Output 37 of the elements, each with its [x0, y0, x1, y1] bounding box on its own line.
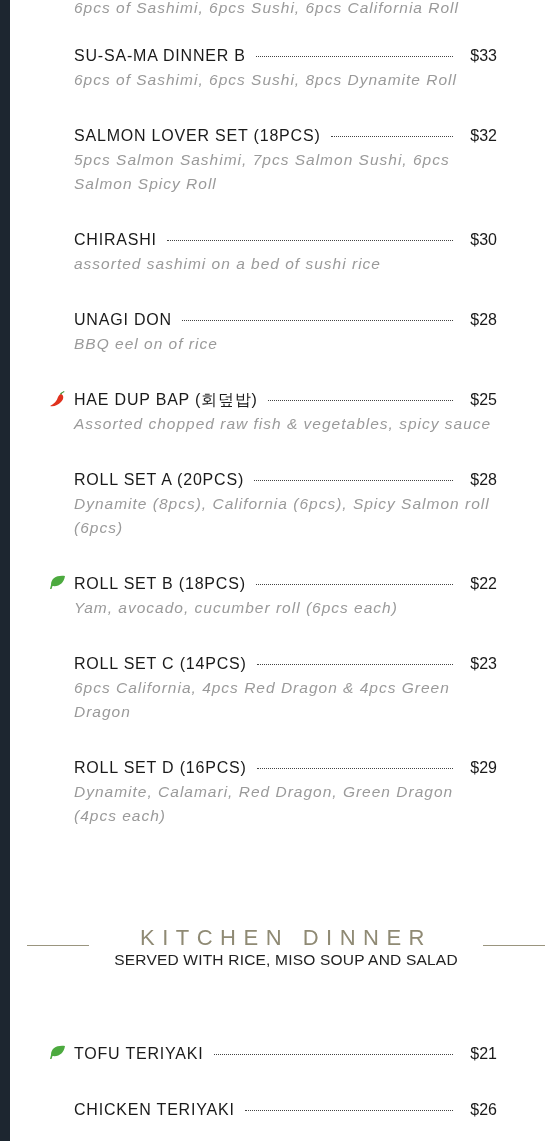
dish-description: Yam, avocado, cucumber roll (6pcs each) — [74, 598, 399, 618]
dish-price: $28 — [469, 470, 497, 490]
dish-description: 6pcs of Sashimi, 6pcs Sushi, 6pcs California Roll — [74, 0, 460, 18]
dish-price: $30 — [469, 230, 497, 250]
dish-description: BBQ eel on of rice — [74, 334, 219, 354]
dish-price: $29 — [469, 758, 497, 778]
dish-name: SALMON LOVER SET (18PCS) — [74, 126, 321, 146]
dish-name: CHIRASHI — [74, 230, 157, 250]
dish-price: $32 — [469, 126, 497, 146]
chili-pepper-icon — [49, 391, 66, 408]
dish-description: 6pcs California, 4pcs Red Dragon & 4pcs Green Dragon — [74, 678, 451, 722]
dish-description: 5pcs Salmon Sashimi, 7pcs Salmon Sushi, 6pcs Salmon Spicy Roll — [74, 150, 451, 194]
dish-description: Dynamite, Calamari, Red Dragon, Green Dragon (4pcs each) — [74, 782, 455, 826]
dish-name: CHICKEN TERIYAKI — [74, 1100, 235, 1120]
dish-price: $33 — [469, 46, 497, 66]
leaf-icon — [49, 575, 66, 590]
dish-name: HAE DUP BAP (회덮밥) — [74, 390, 258, 410]
dish-name: ROLL SET D (16PCS) — [74, 758, 247, 778]
dish-price: $25 — [469, 390, 497, 410]
dish-description: Dynamite (8pcs), California (6pcs), Spicy Salmon roll (6pcs) — [74, 494, 491, 538]
dish-name: SU-SA-MA DINNER B — [74, 46, 246, 66]
section-subtitle: SERVED WITH RICE, MISO SOUP AND SALAD — [113, 950, 459, 970]
dish-description: 6pcs of Sashimi, 6pcs Sushi, 8pcs Dynamite Roll — [74, 70, 458, 90]
dish-name: ROLL SET A (20PCS) — [74, 470, 245, 490]
section-title: KITCHEN DINNER — [139, 924, 433, 952]
dish-name: ROLL SET C (14PCS) — [74, 654, 247, 674]
dish-price: $23 — [469, 654, 497, 674]
dish-price: $26 — [469, 1100, 497, 1120]
dish-price: $28 — [469, 310, 497, 330]
dish-description: Assorted chopped raw fish & vegetables, spicy sauce — [74, 414, 493, 434]
dish-description: assorted sashimi on a bed of sushi rice — [74, 254, 382, 274]
leaf-icon — [49, 1045, 66, 1060]
dish-price: $21 — [469, 1044, 497, 1064]
dish-price: $22 — [469, 574, 497, 594]
dish-name: ROLL SET B (18PCS) — [74, 574, 246, 594]
dish-name: UNAGI DON — [74, 310, 172, 330]
dish-name: TOFU TERIYAKI — [74, 1044, 204, 1064]
